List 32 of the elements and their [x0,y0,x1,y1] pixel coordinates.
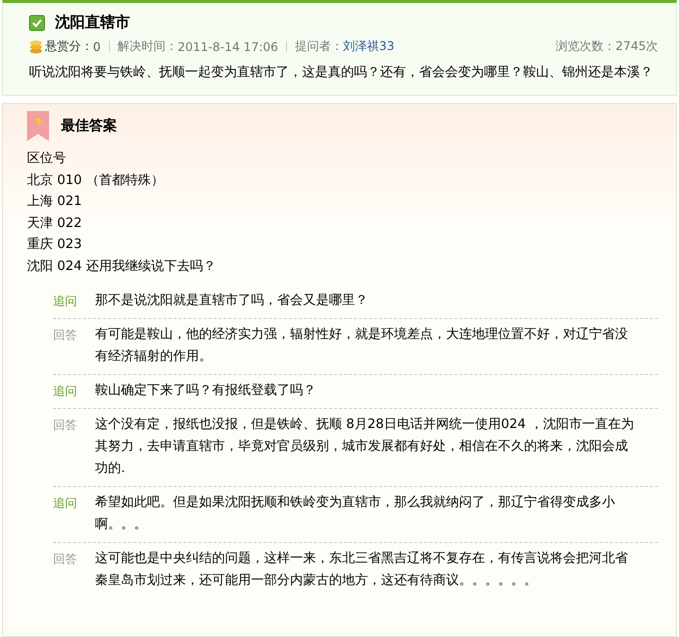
views-label: 浏览次数： [555,38,616,55]
asker-link[interactable]: 刘泽祺33 [343,38,394,55]
follow-up-label: 追问 [53,383,77,400]
coins-icon [29,39,43,54]
answer-line: 上海 021 [27,193,83,211]
question-text: 听说沈阳将要与铁岭、抚顺一起变为直辖市了，这是真的吗？还有，省会会变为哪里？鞍山、锦州还是本溪？ [29,64,654,82]
answer-label: 回答 [53,551,77,568]
answer-line: 天津 022 [27,214,83,232]
reward-value: 0 [93,40,101,54]
best-answer-heading: 最佳答案 [61,117,117,135]
follow-up-text: 鞍山确定下来了吗？有报纸登载了吗？ [95,382,317,400]
reply-text: 这可能也是中央纠结的问题，这样一来，东北三省黑吉辽将不复存在，有传言说将会把河北省秦皇岛市划过来，还可能用一部分内蒙古的地方，这还有待商议。。。。。。 [95,550,629,590]
follow-up-label: 追问 [53,495,77,512]
follow-up-text: 希望如此吧。但是如果沈阳抚顺和铁岭变为直辖市，那么我就纳闷了，那辽宁省得变成多小啊。。。 [95,494,616,534]
solved-label: 解决时间： [118,38,178,55]
reply-text: 这个没有定，报纸也没报，但是铁岭、抚顺 8月28日电话并网统一使用024 ，沈阳市一直在为其努力，去申请直辖市，毕竟对官员级别，城市发展都有好处，相信在不久的将来，沈阳会成功的. [95,416,635,478]
asker-label: 提问者： [295,38,344,55]
answer-line: 沈阳 024 还用我继续说下去吗？ [27,258,218,276]
answer-label: 回答 [53,327,77,344]
answer-line: 区位号 [27,150,67,168]
answer-line: 北京 010 （首都特殊） [27,172,166,190]
solved-time: 2011-8-14 17:06 [178,40,278,54]
answer-line: 重庆 023 [27,236,83,254]
checkbox-icon [29,14,45,30]
reply-text: 有可能是鞍山，他的经济实力强，辐射性好，就是环境差点，大连地理位置不好，对辽宁省没有经济辐射的作用。 [95,326,629,366]
flag-icon [27,111,49,141]
follow-up-label: 追问 [53,293,77,310]
answer-label: 回答 [53,417,77,434]
follow-up-text: 那不是说沈阳就是直辖市了吗，省会又是哪里？ [95,292,369,310]
views-count: 2745次 [615,38,658,55]
reward-label: 悬赏分： [45,38,93,55]
question-title: 沈阳直辖市 [55,13,130,32]
